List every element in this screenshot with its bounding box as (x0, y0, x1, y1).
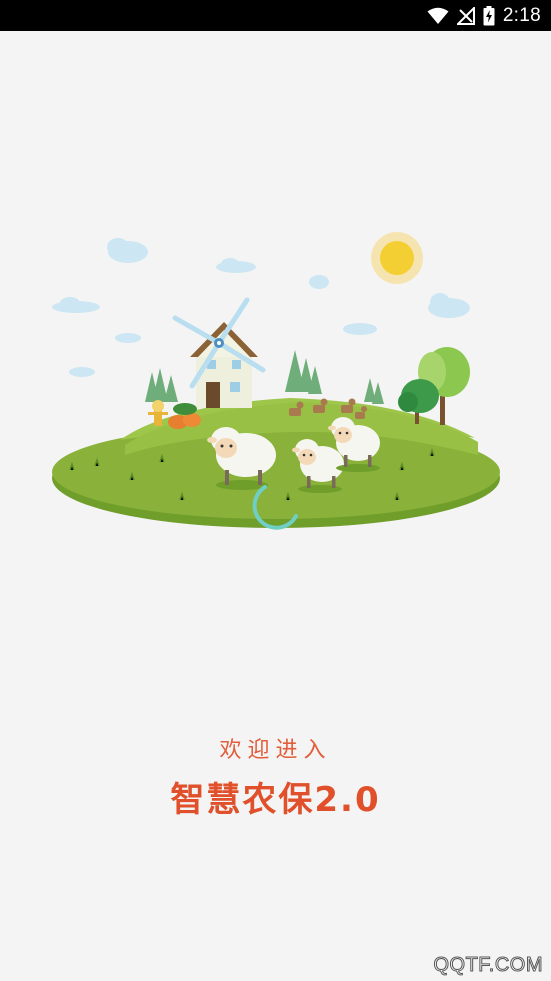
status-time: 2:18 (502, 4, 541, 26)
status-bar: 2:18 (0, 0, 551, 31)
battery-charging-icon (483, 5, 495, 26)
welcome-subtitle: 欢迎进入 (219, 738, 332, 763)
pine-trees (145, 350, 384, 404)
no-signal-icon (456, 6, 475, 25)
app-title: 智慧农保2.0 (170, 780, 381, 820)
loading-spinner (252, 485, 298, 530)
wifi-icon (427, 7, 449, 25)
watermark-text: QQTF.COM (433, 954, 543, 977)
sun-icon (371, 232, 423, 284)
windmill-house (172, 297, 266, 408)
scarecrow-icon (148, 400, 201, 429)
status-icons: 2:18 (427, 0, 541, 31)
